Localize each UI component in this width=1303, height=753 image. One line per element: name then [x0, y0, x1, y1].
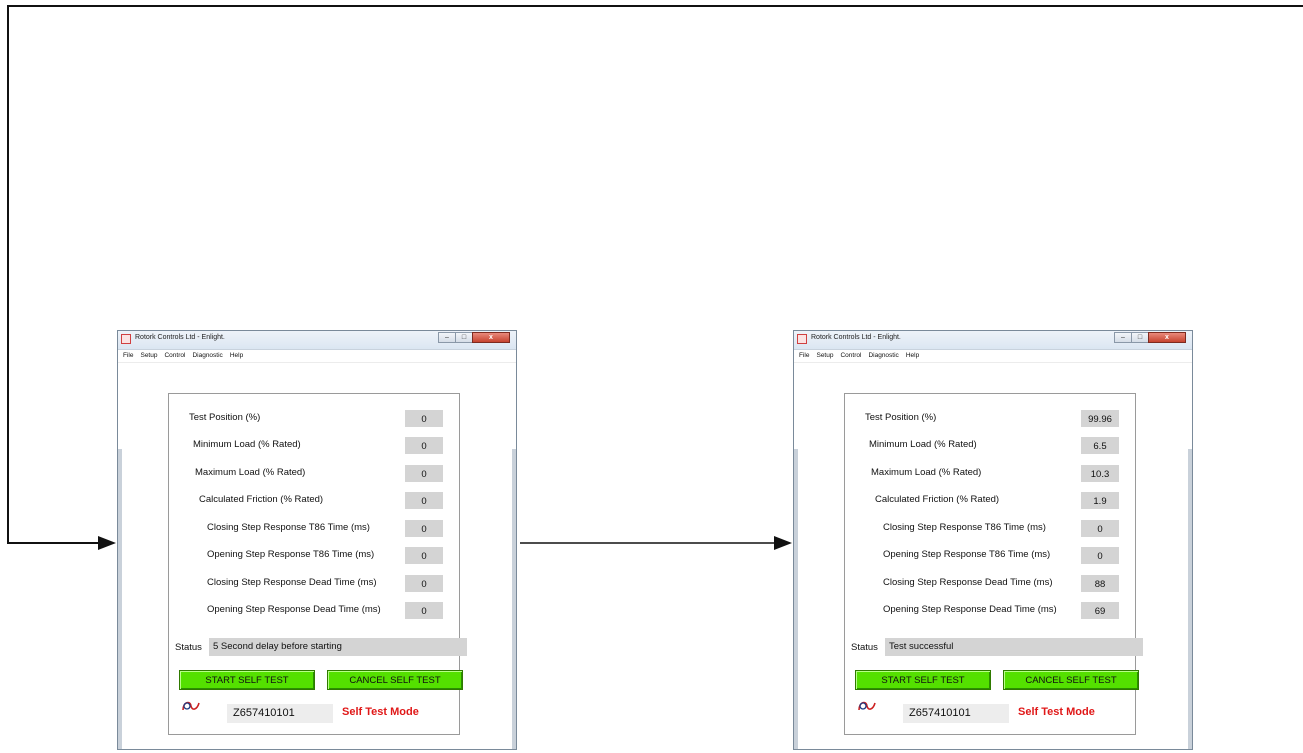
result-label: Minimum Load (% Rated) — [193, 439, 301, 450]
result-value: 0 — [405, 410, 443, 427]
result-value: 0 — [405, 492, 443, 509]
minimize-button[interactable]: – — [1114, 332, 1132, 343]
result-value: 0 — [405, 547, 443, 564]
result-row: Closing Step Response Dead Time (ms) 0 — [169, 575, 459, 593]
result-row: Opening Step Response T86 Time (ms) 0 — [169, 547, 459, 565]
close-button[interactable]: x — [472, 332, 510, 343]
result-value: 0 — [1081, 520, 1119, 537]
result-value: 10.3 — [1081, 465, 1119, 482]
result-label: Opening Step Response Dead Time (ms) — [207, 604, 381, 615]
result-row: Opening Step Response Dead Time (ms) 0 — [169, 602, 459, 620]
cancel-self-test-button[interactable]: CANCEL SELF TEST — [1003, 670, 1139, 690]
result-value: 0 — [405, 437, 443, 454]
result-label: Closing Step Response T86 Time (ms) — [207, 522, 370, 533]
maximize-button[interactable]: □ — [455, 332, 473, 343]
serial-number-field: Z657410101 — [227, 704, 333, 723]
result-label: Opening Step Response T86 Time (ms) — [883, 549, 1051, 560]
result-value: 99.96 — [1081, 410, 1119, 427]
self-test-panel: Test Position (%) 99.96 Minimum Load (% … — [844, 393, 1143, 735]
result-label: Test Position (%) — [189, 412, 261, 423]
close-button[interactable]: x — [1148, 332, 1186, 343]
result-value: 0 — [405, 465, 443, 482]
result-row: Closing Step Response T86 Time (ms) 0 — [169, 520, 459, 538]
menu-bar: File Setup Control Diagnostic Help — [118, 350, 516, 363]
title-bar: Rotork Controls Ltd - Enlight. – □ x — [118, 331, 516, 350]
mode-indicator: Self Test Mode — [1018, 706, 1095, 718]
result-label: Opening Step Response T86 Time (ms) — [207, 549, 375, 560]
rotork-logo-icon — [182, 701, 200, 711]
window-title: Rotork Controls Ltd - Enlight. — [135, 334, 225, 341]
window-controls: – □ x — [438, 332, 510, 344]
menu-file[interactable]: File — [799, 350, 809, 362]
result-value: 88 — [1081, 575, 1119, 592]
result-label: Test Position (%) — [865, 412, 937, 423]
window-title: Rotork Controls Ltd - Enlight. — [811, 334, 901, 341]
app-window-before: Rotork Controls Ltd - Enlight. – □ x Fil… — [117, 330, 517, 750]
menu-file[interactable]: File — [123, 350, 133, 362]
serial-number-field: Z657410101 — [903, 704, 1009, 723]
app-icon — [121, 334, 131, 344]
result-row: Opening Step Response Dead Time (ms) 69 — [845, 602, 1135, 620]
window-controls: – □ x — [1114, 332, 1186, 344]
menu-setup[interactable]: Setup — [140, 350, 157, 362]
result-row: Maximum Load (% Rated) 0 — [169, 465, 459, 483]
result-row: Maximum Load (% Rated) 10.3 — [845, 465, 1135, 483]
app-icon — [797, 334, 807, 344]
title-bar: Rotork Controls Ltd - Enlight. – □ x — [794, 331, 1192, 350]
menu-diagnostic[interactable]: Diagnostic — [192, 350, 222, 362]
result-label: Minimum Load (% Rated) — [869, 439, 977, 450]
status-field: Test successful — [885, 638, 1143, 656]
start-self-test-button[interactable]: START SELF TEST — [179, 670, 315, 690]
maximize-button[interactable]: □ — [1131, 332, 1149, 343]
result-row: Calculated Friction (% Rated) 0 — [169, 492, 459, 510]
result-row: Closing Step Response T86 Time (ms) 0 — [845, 520, 1135, 538]
cancel-self-test-button[interactable]: CANCEL SELF TEST — [327, 670, 463, 690]
result-row: Closing Step Response Dead Time (ms) 88 — [845, 575, 1135, 593]
result-value: 69 — [1081, 602, 1119, 619]
result-label: Closing Step Response T86 Time (ms) — [883, 522, 1046, 533]
self-test-panel: Test Position (%) 0 Minimum Load (% Rate… — [168, 393, 467, 735]
result-label: Closing Step Response Dead Time (ms) — [883, 577, 1053, 588]
result-label: Maximum Load (% Rated) — [195, 467, 306, 478]
start-self-test-button[interactable]: START SELF TEST — [855, 670, 991, 690]
result-value: 0 — [1081, 547, 1119, 564]
status-label: Status — [175, 642, 202, 653]
result-row: Opening Step Response T86 Time (ms) 0 — [845, 547, 1135, 565]
menu-help[interactable]: Help — [906, 350, 919, 362]
result-value: 0 — [405, 575, 443, 592]
result-label: Closing Step Response Dead Time (ms) — [207, 577, 377, 588]
result-label: Opening Step Response Dead Time (ms) — [883, 604, 1057, 615]
minimize-button[interactable]: – — [438, 332, 456, 343]
menu-control[interactable]: Control — [840, 350, 861, 362]
result-value: 0 — [405, 520, 443, 537]
status-label: Status — [851, 642, 878, 653]
status-field: 5 Second delay before starting — [209, 638, 467, 656]
result-label: Calculated Friction (% Rated) — [199, 494, 324, 505]
result-row: Test Position (%) 0 — [169, 410, 459, 428]
result-row: Minimum Load (% Rated) 0 — [169, 437, 459, 455]
result-value: 1.9 — [1081, 492, 1119, 509]
result-value: 0 — [405, 602, 443, 619]
mode-indicator: Self Test Mode — [342, 706, 419, 718]
menu-setup[interactable]: Setup — [816, 350, 833, 362]
menu-bar: File Setup Control Diagnostic Help — [794, 350, 1192, 363]
result-value: 6.5 — [1081, 437, 1119, 454]
menu-diagnostic[interactable]: Diagnostic — [868, 350, 898, 362]
result-label: Maximum Load (% Rated) — [871, 467, 982, 478]
arrow-head-into-second-window — [774, 536, 792, 550]
menu-control[interactable]: Control — [164, 350, 185, 362]
arrow-head-into-first-window — [98, 536, 116, 550]
menu-help[interactable]: Help — [230, 350, 243, 362]
result-row: Calculated Friction (% Rated) 1.9 — [845, 492, 1135, 510]
result-row: Minimum Load (% Rated) 6.5 — [845, 437, 1135, 455]
result-label: Calculated Friction (% Rated) — [875, 494, 1000, 505]
app-window-after: Rotork Controls Ltd - Enlight. – □ x Fil… — [793, 330, 1193, 750]
result-row: Test Position (%) 99.96 — [845, 410, 1135, 428]
rotork-logo-icon — [858, 701, 876, 711]
